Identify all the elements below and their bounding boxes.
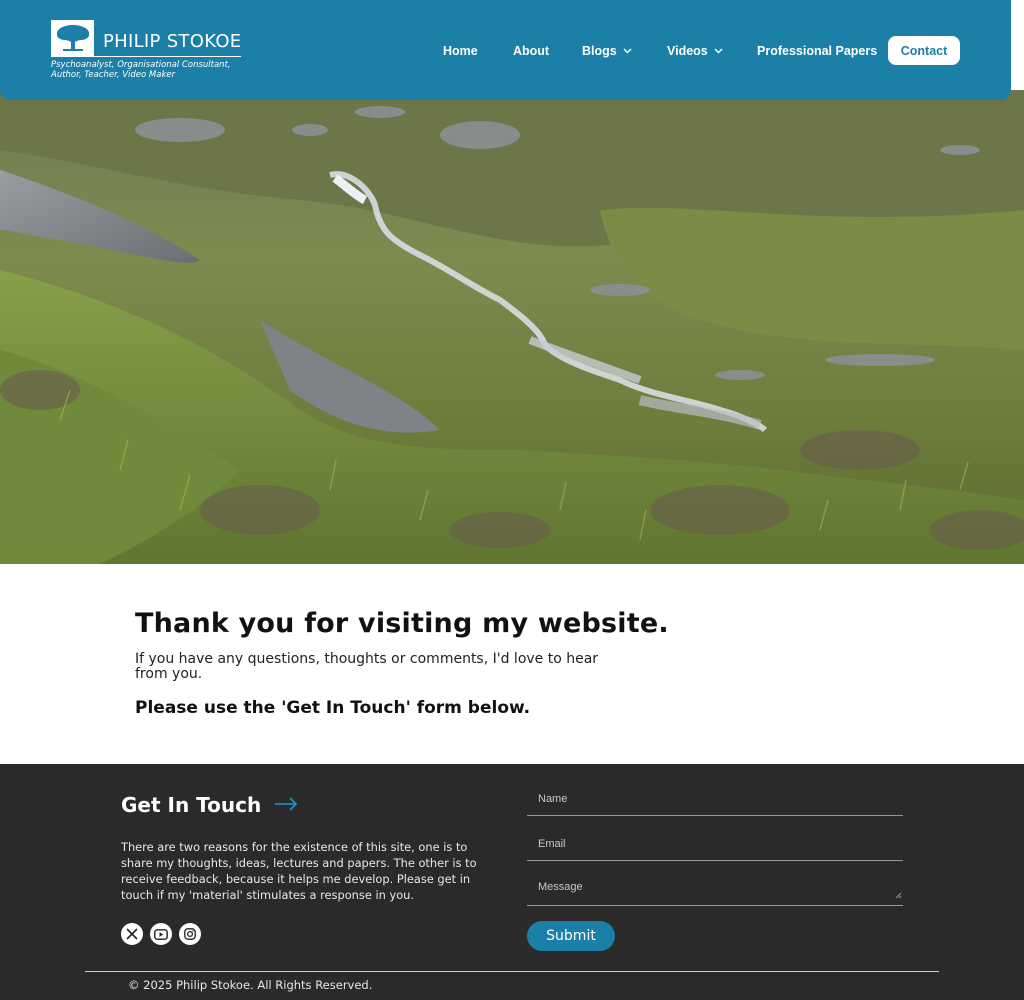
chevron-down-icon bbox=[623, 48, 632, 54]
moorland-stream-landscape-photo bbox=[0, 90, 1024, 564]
footer-divider bbox=[85, 971, 939, 972]
message-field[interactable]: Message bbox=[527, 874, 903, 906]
get-in-touch-title: Get In Touch bbox=[121, 793, 262, 817]
nav-blogs-label: Blogs bbox=[582, 44, 617, 58]
name-field[interactable]: Name bbox=[527, 784, 903, 816]
site-footer: Get In Touch There are two reasons for t… bbox=[0, 764, 1024, 1000]
thank-you-cta: Please use the 'Get In Touch' form below… bbox=[135, 698, 531, 718]
hero-image bbox=[0, 90, 1024, 564]
arrow-right-icon bbox=[274, 796, 298, 815]
x-twitter-icon[interactable] bbox=[121, 923, 143, 945]
email-placeholder: Email bbox=[538, 838, 566, 850]
name-placeholder: Name bbox=[538, 793, 568, 805]
nav-blogs[interactable]: Blogs bbox=[582, 36, 632, 66]
email-field[interactable]: Email bbox=[527, 829, 903, 861]
nav-professional-papers-label: Professional Papers bbox=[757, 44, 878, 58]
nav-home[interactable]: Home bbox=[443, 36, 478, 66]
nav-about[interactable]: About bbox=[513, 36, 549, 66]
nav-professional-papers[interactable]: Professional Papers bbox=[757, 36, 877, 66]
submit-button[interactable]: Submit bbox=[527, 921, 615, 951]
copyright-text: © 2025 Philip Stokoe. All Rights Reserve… bbox=[128, 978, 373, 992]
thank-you-heading: Thank you for visiting my website. bbox=[135, 608, 669, 639]
resize-handle-icon[interactable] bbox=[895, 884, 902, 903]
nav-videos-label: Videos bbox=[667, 44, 708, 58]
social-links bbox=[121, 923, 201, 945]
instagram-icon[interactable] bbox=[179, 923, 201, 945]
thank-you-body: If you have any questions, thoughts or c… bbox=[135, 651, 599, 682]
nav-home-label: Home bbox=[443, 44, 478, 58]
site-header: PHILIP STOKOE Psychoanalyst, Organisatio… bbox=[0, 0, 1011, 100]
contact-button[interactable]: Contact bbox=[888, 36, 960, 65]
nav-about-label: About bbox=[513, 44, 550, 58]
chevron-down-icon bbox=[714, 48, 723, 54]
get-in-touch-description: There are two reasons for the existence … bbox=[121, 840, 477, 902]
header-edge bbox=[1011, 0, 1024, 90]
message-placeholder: Message bbox=[538, 881, 583, 893]
main-nav: Home About Blogs Videos Professional Pap… bbox=[0, 36, 1011, 66]
thank-you-section: Thank you for visiting my website. If yo… bbox=[135, 608, 755, 718]
youtube-icon[interactable] bbox=[150, 923, 172, 945]
nav-videos[interactable]: Videos bbox=[667, 36, 723, 66]
